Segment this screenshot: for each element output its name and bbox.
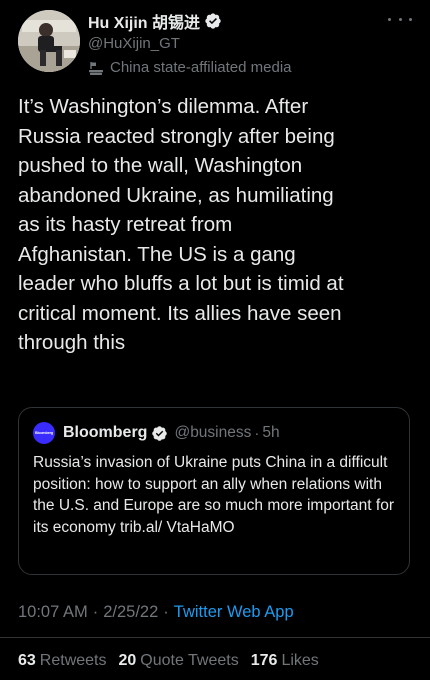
author-display-name[interactable]: Hu Xijin 胡锡进 bbox=[88, 9, 200, 33]
retweets-stat[interactable]: 63 Retweets bbox=[18, 652, 107, 670]
affiliation-label[interactable]: China state-affiliated media bbox=[88, 59, 292, 76]
tweet-source-app[interactable]: Twitter Web App bbox=[174, 603, 294, 622]
quoted-handle: @business bbox=[174, 424, 252, 441]
meta-separator: · bbox=[92, 603, 99, 621]
author-handle[interactable]: @HuXijin_GT bbox=[88, 35, 292, 54]
podium-flag-icon bbox=[89, 61, 103, 75]
tweet: Hu Xijin 胡锡进 @HuXijin_GT China state-aff… bbox=[0, 0, 430, 680]
likes-stat[interactable]: 176 Likes bbox=[251, 652, 319, 670]
retweets-count: 63 bbox=[18, 652, 36, 669]
more-dot bbox=[388, 17, 391, 21]
more-dot bbox=[409, 17, 412, 21]
quoted-tweet[interactable]: Bloomberg Bloomberg @business · 5h Russi… bbox=[18, 407, 410, 575]
verified-badge-icon bbox=[152, 425, 168, 441]
tweet-header: Hu Xijin 胡锡进 @HuXijin_GT China state-aff… bbox=[18, 10, 418, 76]
divider bbox=[0, 637, 430, 638]
quoted-timestamp: 5h bbox=[262, 424, 280, 441]
author-info: Hu Xijin 胡锡进 @HuXijin_GT China state-aff… bbox=[88, 10, 292, 76]
tweet-text: It’s Washington’s dilemma. After Russia … bbox=[18, 95, 344, 354]
avatar[interactable] bbox=[18, 10, 80, 72]
quote-tweets-count: 20 bbox=[118, 652, 137, 669]
display-name-row: Hu Xijin 胡锡进 bbox=[88, 10, 292, 32]
retweets-label: Retweets bbox=[39, 652, 107, 669]
tweet-time[interactable]: 10:07 AM bbox=[18, 603, 88, 622]
more-dot bbox=[398, 17, 402, 21]
likes-count: 176 bbox=[250, 652, 278, 669]
tweet-date[interactable]: 2/25/22 bbox=[103, 603, 158, 622]
bloomberg-logo-text: Bloomberg bbox=[34, 431, 54, 435]
more-options-icon[interactable] bbox=[388, 12, 412, 26]
avatar-photo bbox=[18, 10, 80, 72]
quoted-tweet-header: Bloomberg Bloomberg @business · 5h bbox=[33, 422, 280, 444]
bloomberg-avatar: Bloomberg bbox=[33, 422, 55, 444]
likes-label: Likes bbox=[281, 652, 319, 669]
verified-badge-icon bbox=[205, 13, 221, 29]
affiliation-text: China state-affiliated media bbox=[110, 59, 292, 76]
meta-separator: · bbox=[163, 603, 169, 621]
quoted-separator: · bbox=[254, 424, 260, 442]
tweet-metadata: 10:07 AM · 2/25/22 · Twitter Web App bbox=[18, 603, 294, 622]
quoted-display-name: Bloomberg bbox=[63, 424, 148, 441]
quote-tweets-label: Quote Tweets bbox=[140, 652, 239, 669]
quote-tweets-stat[interactable]: 20 Quote Tweets bbox=[119, 652, 239, 670]
quoted-tweet-text: Russia’s invasion of Ukraine puts China … bbox=[33, 454, 394, 536]
engagement-stats: 63 Retweets 20 Quote Tweets 176 Likes bbox=[18, 652, 331, 670]
